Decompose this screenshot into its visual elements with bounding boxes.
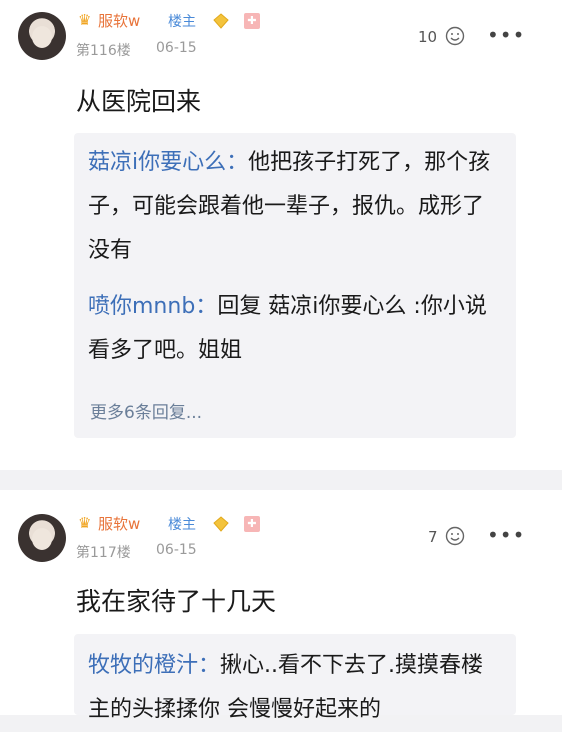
reply-author[interactable]: 菇凉i你要心么 bbox=[88, 150, 226, 175]
post-content: 我在家待了十几天 bbox=[76, 587, 277, 616]
like-count: 7 bbox=[428, 528, 438, 546]
floor-number: 第117楼 bbox=[76, 545, 131, 561]
diamond-badge-icon bbox=[213, 516, 229, 532]
avatar[interactable] bbox=[18, 12, 66, 60]
post-date: 06-15 bbox=[156, 40, 197, 56]
like-face-icon[interactable] bbox=[444, 525, 466, 547]
username[interactable]: 服软w bbox=[98, 10, 140, 31]
diamond-badge-icon bbox=[213, 13, 229, 29]
crown-icon: ♛ bbox=[78, 514, 92, 532]
like-count: 10 bbox=[418, 28, 438, 46]
more-dots-icon[interactable]: ••• bbox=[487, 525, 525, 545]
reply-item[interactable]: 牧牧的橙汁：揪心..看不下去了.摸摸春楼主的头揉揉你 会慢慢好起来的 bbox=[88, 644, 502, 732]
op-badge: 楼主 bbox=[168, 14, 196, 30]
floor-number: 第116楼 bbox=[76, 43, 131, 59]
post-content: 从医院回来 bbox=[76, 87, 202, 116]
username[interactable]: 服软w bbox=[98, 513, 140, 534]
crown-icon: ♛ bbox=[78, 11, 92, 29]
reply-box: 牧牧的橙汁：揪心..看不下去了.摸摸春楼主的头揉揉你 会慢慢好起来的 bbox=[74, 634, 516, 722]
level-badge-icon: ✚ bbox=[244, 516, 260, 532]
avatar[interactable] bbox=[18, 514, 66, 562]
reply-item[interactable]: 菇凉i你要心么：他把孩子打死了，那个孩子，可能会跟着他一辈子，报仇。成形了没有 bbox=[88, 141, 502, 273]
post-floor-116: ♛ 服软w 楼主 ✚ 第116楼 06-15 10 ••• 从医院回来 菇凉i你… bbox=[0, 0, 562, 470]
post-floor-117: ♛ 服软w 楼主 ✚ 第117楼 06-15 7 ••• 我在家待了十几天 牧牧… bbox=[0, 490, 562, 722]
more-replies-link[interactable]: 更多6条回复... bbox=[90, 398, 202, 423]
reply-author[interactable]: 喷你mnnb bbox=[88, 294, 195, 319]
reply-box: 菇凉i你要心么：他把孩子打死了，那个孩子，可能会跟着他一辈子，报仇。成形了没有 … bbox=[74, 133, 516, 438]
op-badge: 楼主 bbox=[168, 517, 196, 533]
reply-item[interactable]: 喷你mnnb：回复 菇凉i你要心么 :你小说看多了吧。姐姐 bbox=[88, 285, 502, 373]
like-face-icon[interactable] bbox=[444, 25, 466, 47]
post-date: 06-15 bbox=[156, 542, 197, 558]
level-badge-icon: ✚ bbox=[244, 13, 260, 29]
more-dots-icon[interactable]: ••• bbox=[487, 25, 525, 45]
reply-author[interactable]: 牧牧的橙汁 bbox=[88, 653, 198, 678]
